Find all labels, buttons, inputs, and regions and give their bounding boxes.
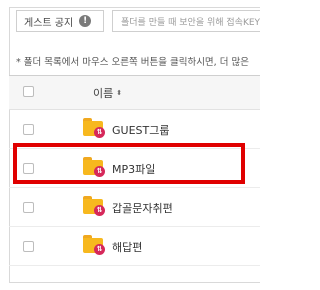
share-badge-icon: ⇅ — [94, 205, 105, 216]
shared-folder-icon: ⇅ — [83, 235, 105, 255]
highlight-box — [13, 143, 245, 184]
folder-row-answers[interactable]: ⇅ 해답편 — [9, 227, 260, 266]
shared-folder-icon: ⇅ — [83, 196, 105, 216]
folder-name[interactable]: 해답편 — [112, 239, 142, 255]
folder-name[interactable]: GUEST그룹 — [112, 122, 169, 138]
row-checkbox[interactable] — [23, 124, 34, 135]
notice-message: 폴더를 만들 때 보안을 위해 접속KEY를 — [112, 10, 260, 32]
column-name-label: 이름 — [93, 87, 114, 100]
share-badge-icon: ⇅ — [94, 127, 105, 138]
guest-notice-text: 게스트 공지 — [24, 17, 74, 29]
select-all-checkbox[interactable] — [23, 86, 34, 97]
info-icon[interactable]: ! — [79, 15, 92, 27]
shared-folder-icon: ⇅ — [83, 118, 105, 138]
guest-notice-label[interactable]: 게스트 공지 ! — [16, 10, 104, 32]
folder-row-oracle[interactable]: ⇅ 갑골문자취편 — [9, 188, 260, 227]
row-checkbox[interactable] — [23, 241, 34, 252]
folder-hint-text: * 폴더 목록에서 마우스 오른쪽 버튼을 클릭하시면, 더 많은 — [16, 57, 249, 68]
guest-notice-bar: 게스트 공지 ! 폴더를 만들 때 보안을 위해 접속KEY를 — [9, 9, 260, 37]
share-badge-icon: ⇅ — [94, 244, 105, 255]
sort-icon[interactable]: ⬍ — [116, 89, 122, 97]
column-name-header[interactable]: 이름 ⬍ — [93, 85, 122, 101]
row-checkbox[interactable] — [23, 202, 34, 213]
table-header: 이름 ⬍ — [9, 75, 260, 110]
folder-name[interactable]: 갑골문자취편 — [112, 200, 173, 216]
